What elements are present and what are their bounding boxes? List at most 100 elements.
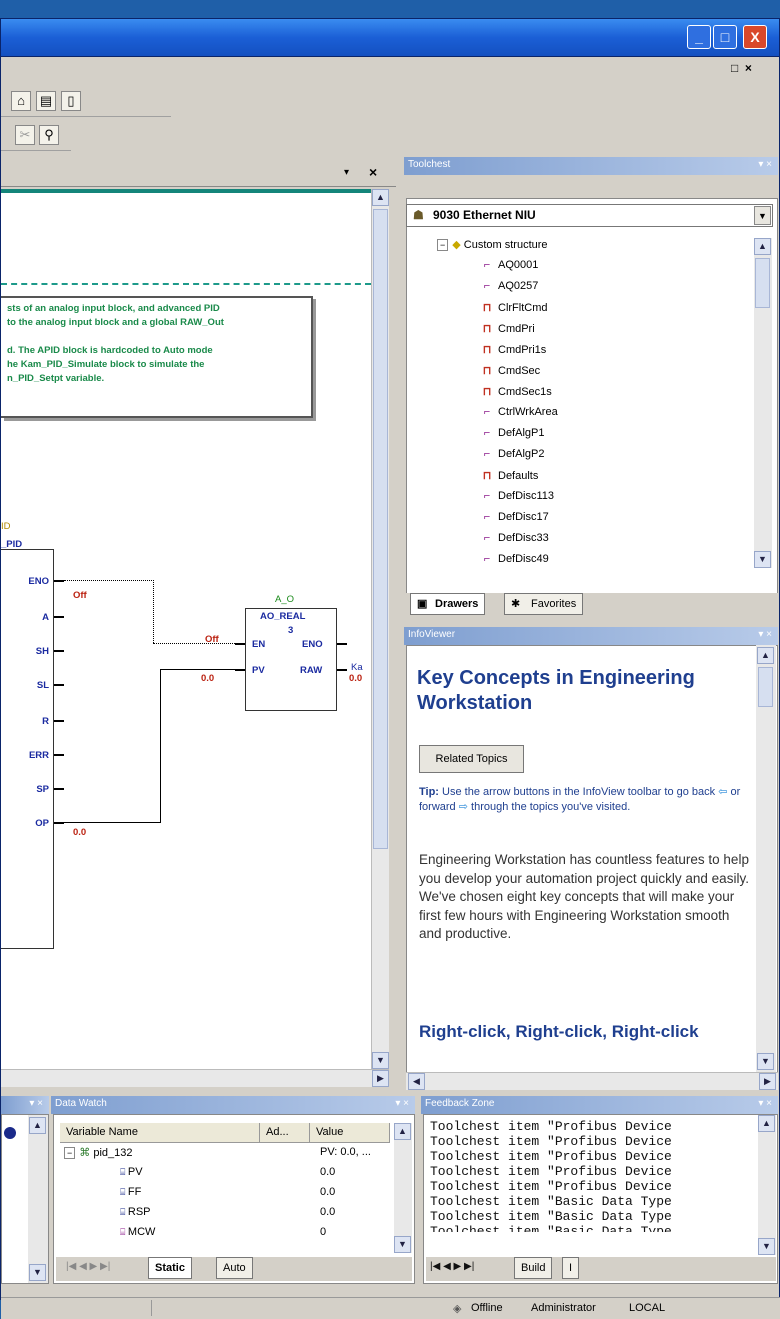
feedback-line[interactable]: Toolchest item "Profibus Device bbox=[430, 1119, 672, 1134]
tree-item[interactable]: ⊓ CmdSec bbox=[479, 364, 540, 377]
table-row[interactable]: ⌸ MCW bbox=[120, 1226, 155, 1238]
tree-item[interactable]: ⌐ DefDisc33 bbox=[479, 532, 549, 544]
scroll-down-button[interactable]: ▼ bbox=[757, 1053, 774, 1070]
close-button[interactable]: X bbox=[743, 25, 767, 49]
tab-drawers[interactable]: ▣ Drawers bbox=[410, 593, 486, 615]
mdi-close-button[interactable]: × bbox=[745, 61, 752, 75]
comment-line: he Kam_PID_Simulate block to simulate th… bbox=[7, 359, 205, 370]
tree-item[interactable]: ⌐ AQ0257 bbox=[479, 280, 539, 292]
tree-item[interactable]: ⌐ DefDisc17 bbox=[479, 511, 549, 523]
minimize-button[interactable]: _ bbox=[687, 25, 711, 49]
col-value[interactable]: Value bbox=[310, 1123, 390, 1143]
panel-controls[interactable]: ▾ × bbox=[29, 1098, 43, 1109]
datawatch-panel-controls[interactable]: ▾ × bbox=[395, 1098, 409, 1109]
scroll-up-button[interactable]: ▲ bbox=[754, 238, 771, 255]
scroll-down-button[interactable]: ▼ bbox=[394, 1236, 411, 1253]
scroll-up-button[interactable]: ▲ bbox=[372, 189, 389, 206]
ld-editor-canvas[interactable]: sts of an analog input block, and advanc… bbox=[1, 189, 371, 1069]
toolchest-panel-controls[interactable]: ▾ × bbox=[758, 159, 772, 170]
scroll-down-button[interactable]: ▼ bbox=[754, 551, 771, 568]
toolchest-drawer-select[interactable]: ☗ 9030 Ethernet NIU ▼ bbox=[406, 204, 773, 227]
tree-item[interactable]: ⌐ DefDisc113 bbox=[479, 490, 554, 502]
pin-wire bbox=[235, 643, 245, 645]
tab-build[interactable]: Build bbox=[514, 1257, 553, 1279]
print-icon[interactable]: ▤ bbox=[36, 91, 56, 111]
col-variable-name[interactable]: Variable Name bbox=[60, 1123, 260, 1143]
tab-scroll-icons[interactable]: |◀ ◀ ▶ ▶| bbox=[430, 1261, 474, 1272]
scroll-down-button[interactable]: ▼ bbox=[758, 1238, 775, 1255]
rung-comment[interactable]: sts of an analog input block, and advanc… bbox=[1, 296, 313, 418]
mdi-restore-button[interactable]: □ bbox=[731, 61, 738, 75]
forward-arrow-icon: ⇨ bbox=[458, 801, 468, 813]
feedback-line[interactable]: Toolchest item "Basic Data Type bbox=[430, 1209, 672, 1224]
toolchest-scrollbar[interactable]: ▲ ▼ bbox=[754, 238, 772, 568]
chevron-down-icon[interactable]: ▼ bbox=[754, 206, 771, 225]
analog-var-icon: ⌐ bbox=[483, 490, 491, 502]
feedback-line[interactable]: Toolchest item "Basic Data Type bbox=[430, 1224, 672, 1232]
scroll-up-button[interactable]: ▲ bbox=[394, 1123, 411, 1140]
tree-item[interactable]: ⌐ DefAlgP1 bbox=[479, 427, 545, 439]
tree-root[interactable]: − ◆ Custom structure bbox=[437, 238, 548, 251]
tab-next[interactable]: I bbox=[562, 1257, 580, 1279]
tree-item[interactable]: ⊓ CmdPri bbox=[479, 322, 535, 335]
col-address[interactable]: Ad... bbox=[260, 1123, 310, 1143]
tree-item[interactable]: ⊓ Defaults bbox=[479, 469, 539, 482]
editor-close-button[interactable]: × bbox=[369, 164, 377, 180]
feedback-line[interactable]: Toolchest item "Profibus Device bbox=[430, 1149, 672, 1164]
scroll-down-button[interactable]: ▼ bbox=[29, 1264, 46, 1281]
infoviewer-title: InfoViewer bbox=[408, 629, 456, 640]
tree-item[interactable]: ⊓ CmdPri1s bbox=[479, 343, 547, 356]
scroll-up-button[interactable]: ▲ bbox=[29, 1117, 46, 1134]
tree-item-label: AQ0001 bbox=[498, 259, 539, 271]
pid-function-block[interactable]: ENO A SH SL R ERR SP OP bbox=[1, 549, 54, 949]
editor-horizontal-scrollbar[interactable]: ▶ bbox=[1, 1069, 389, 1087]
tab-scroll-icons[interactable]: |◀ ◀ ▶ ▶| bbox=[66, 1261, 110, 1272]
tool-disabled-icon[interactable]: ✂ bbox=[15, 125, 35, 145]
table-row[interactable]: ⌸ RSP bbox=[120, 1206, 151, 1218]
editor-vertical-scrollbar[interactable]: ▲ ▼ bbox=[371, 189, 389, 1069]
feedback-line[interactable]: Toolchest item "Profibus Device bbox=[430, 1134, 672, 1149]
tree-item[interactable]: ⊓ ClrFltCmd bbox=[479, 301, 548, 314]
tab-auto[interactable]: Auto bbox=[216, 1257, 253, 1279]
find-icon[interactable]: ⚲ bbox=[39, 125, 59, 145]
title-bar[interactable]: _ □ X bbox=[1, 19, 779, 57]
tree-item[interactable]: ⊓ CmdSec1s bbox=[479, 385, 552, 398]
feedback-scrollbar[interactable]: ▲ ▼ bbox=[758, 1115, 776, 1255]
feedback-line[interactable]: Toolchest item "Basic Data Type bbox=[430, 1194, 672, 1209]
editor-pin-button[interactable]: ▾ bbox=[344, 167, 349, 178]
maximize-button[interactable]: □ bbox=[713, 25, 737, 49]
scroll-up-button[interactable]: ▲ bbox=[757, 647, 774, 664]
table-row[interactable]: ⌸ FF bbox=[120, 1186, 141, 1198]
tab-favorites[interactable]: ✱ Favorites bbox=[504, 593, 584, 615]
tree-item[interactable]: ⌐ DefAlgP2 bbox=[479, 448, 545, 460]
scroll-down-button[interactable]: ▼ bbox=[372, 1052, 389, 1069]
page-icon[interactable]: ▯ bbox=[61, 91, 81, 111]
table-row[interactable]: ⌸ PV bbox=[120, 1166, 143, 1178]
feedback-panel-controls[interactable]: ▾ × bbox=[758, 1098, 772, 1109]
pin-sp: SP bbox=[36, 784, 49, 795]
infoviewer-scrollbar[interactable]: ▲ ▼ bbox=[756, 645, 776, 1072]
ao-block-label: A_O bbox=[275, 594, 295, 605]
scroll-left-button[interactable]: ◀ bbox=[408, 1073, 425, 1090]
related-topics-button[interactable]: Related Topics bbox=[419, 745, 524, 773]
tree-item[interactable]: ⌐ CtrlWrkArea bbox=[479, 406, 558, 418]
home-icon[interactable]: ⌂ bbox=[11, 91, 31, 111]
scroll-thumb[interactable] bbox=[758, 667, 773, 707]
infoviewer-panel-controls[interactable]: ▾ × bbox=[758, 629, 772, 640]
datawatch-scrollbar[interactable]: ▲ ▼ bbox=[394, 1123, 412, 1253]
feedback-line[interactable]: Toolchest item "Profibus Device bbox=[430, 1179, 672, 1194]
tree-item[interactable]: ⌐ AQ0001 bbox=[479, 259, 539, 271]
scroll-right-button[interactable]: ▶ bbox=[372, 1070, 389, 1087]
scroll-thumb[interactable] bbox=[755, 258, 770, 308]
ao-real-function-block[interactable]: AO_REAL 3 EN ENO PV RAW bbox=[245, 608, 337, 711]
tree-item[interactable]: ⌐ DefDisc49 bbox=[479, 553, 549, 565]
tab-static[interactable]: Static bbox=[148, 1257, 192, 1279]
scroll-right-button[interactable]: ▶ bbox=[759, 1073, 776, 1090]
scroll-up-button[interactable]: ▲ bbox=[758, 1115, 775, 1132]
feedback-line[interactable]: Toolchest item "Profibus Device bbox=[430, 1164, 672, 1179]
left-panel-scrollbar[interactable]: ▲ ▼ bbox=[28, 1115, 48, 1283]
pin-en: EN bbox=[252, 639, 266, 650]
scroll-thumb[interactable] bbox=[373, 209, 388, 849]
infoviewer-hscrollbar[interactable]: ◀ ▶ bbox=[406, 1072, 778, 1090]
table-row[interactable]: − ⌘ pid_132 bbox=[64, 1146, 132, 1159]
